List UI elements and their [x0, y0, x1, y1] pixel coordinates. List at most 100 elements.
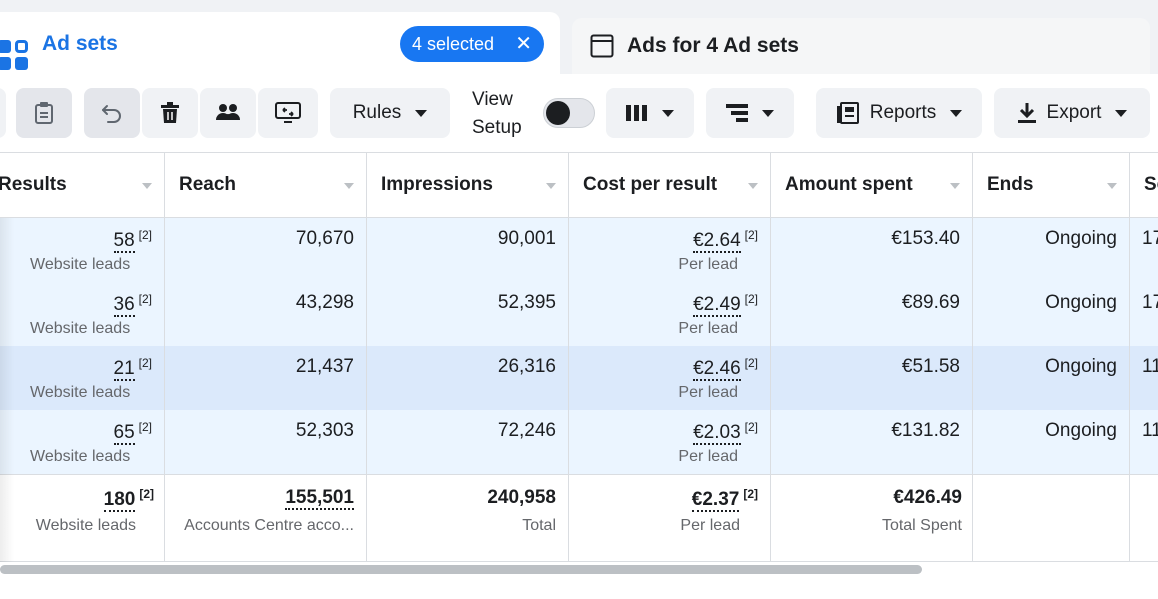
sort-icon[interactable] — [546, 183, 556, 189]
tab-ads[interactable]: Ads for 4 Ad sets — [572, 18, 1150, 74]
schedule-cell: 17 — [1130, 218, 1158, 282]
total-spent-cell: €426.49 Total Spent — [771, 475, 973, 561]
sort-icon[interactable] — [950, 183, 960, 189]
schedule-cell: 17 — [1130, 282, 1158, 346]
total-cpr-value[interactable]: €2.37 — [691, 489, 740, 513]
column-header-impressions[interactable]: Impressions — [367, 153, 569, 217]
toggle-knob — [546, 101, 570, 125]
download-icon — [1017, 103, 1036, 123]
column-header-ends[interactable]: Ends — [973, 153, 1130, 217]
undo-button[interactable] — [84, 88, 140, 138]
column-header-results[interactable]: Results — [0, 153, 165, 217]
delete-button[interactable] — [142, 88, 198, 138]
tab-ad-sets[interactable]: Ad sets 4 selected ✕ — [0, 12, 560, 78]
results-value[interactable]: 36 — [113, 294, 135, 318]
reports-icon — [836, 102, 859, 124]
chevron-down-icon — [762, 109, 774, 117]
scroll-shadow — [0, 218, 14, 562]
column-header-amount-spent[interactable]: Amount spent — [771, 153, 973, 217]
reports-label: Reports — [869, 102, 937, 123]
sort-icon[interactable] — [344, 183, 354, 189]
total-results-cell: 180 [2] Website leads — [0, 475, 165, 561]
breakdown-dropdown[interactable] — [706, 88, 794, 138]
results-cell: 65 [2] Website leads — [0, 410, 165, 474]
reach-cell: 43,298 — [165, 282, 367, 346]
rules-dropdown[interactable]: Rules — [330, 88, 450, 138]
cost-per-result-cell: €2.64 [2] Per lead — [569, 218, 771, 282]
horizontal-scrollbar[interactable] — [0, 565, 922, 574]
reach-cell: 70,670 — [165, 218, 367, 282]
amount-spent-cell: €51.58 — [771, 346, 973, 410]
amount-spent-value: €51.58 — [901, 356, 960, 377]
results-value[interactable]: 58 — [113, 230, 135, 254]
clipboard-button[interactable] — [16, 88, 72, 138]
impressions-value: 72,246 — [497, 420, 556, 441]
reach-value: 52,303 — [295, 420, 354, 441]
view-setup-toggle[interactable] — [543, 98, 595, 128]
cost-per-result-cell: €2.03 [2] Per lead — [569, 410, 771, 474]
total-reach-value[interactable]: 155,501 — [285, 487, 354, 510]
reports-dropdown[interactable]: Reports — [816, 88, 982, 138]
schedule-value: 11 — [1142, 420, 1158, 441]
reach-value: 70,670 — [295, 228, 354, 249]
ab-test-button[interactable] — [258, 88, 318, 138]
chevron-down-icon — [415, 109, 428, 117]
cost-per-result-value[interactable]: €2.49 — [693, 294, 741, 318]
table-row[interactable]: 65 [2] Website leads 52,303 72,246 €2.03 [2] Pe… — [0, 410, 1158, 474]
cost-per-result-value[interactable]: €2.03 — [693, 422, 741, 446]
cost-per-result-value[interactable]: €2.64 — [693, 230, 741, 254]
ad-sets-panel: Rules View Setup Reports Export Results … — [0, 74, 1158, 599]
column-header-reach[interactable]: Reach — [165, 153, 367, 217]
cost-per-result-sub: Per lead — [678, 256, 738, 273]
results-value[interactable]: 21 — [113, 358, 135, 382]
sort-icon[interactable] — [1107, 183, 1117, 189]
export-dropdown[interactable]: Export — [994, 88, 1150, 138]
export-label: Export — [1046, 102, 1102, 123]
results-cell: 36 [2] Website leads — [0, 282, 165, 346]
amount-spent-value: €131.82 — [891, 420, 960, 441]
total-cpr-sub: Per lead — [680, 517, 740, 534]
results-sub: Website leads — [30, 384, 131, 401]
chevron-down-icon — [950, 109, 963, 117]
cost-per-result-sub: Per lead — [678, 384, 738, 401]
ends-value: Ongoing — [1045, 356, 1117, 377]
clear-selection-close-icon[interactable]: ✕ — [515, 34, 532, 54]
table-row[interactable]: 58 [2] Website leads 70,670 90,001 €2.64 [2] Pe… — [0, 218, 1158, 282]
audience-button[interactable] — [200, 88, 256, 138]
columns-dropdown[interactable] — [606, 88, 694, 138]
totals-row: 180 [2] Website leads 155,501 Accounts Ce… — [0, 474, 1158, 562]
results-sub: Website leads — [30, 448, 131, 465]
ends-value: Ongoing — [1045, 228, 1117, 249]
column-header-cost-per-result[interactable]: Cost per result — [569, 153, 771, 217]
cost-per-result-value[interactable]: €2.46 — [693, 358, 741, 382]
results-value[interactable]: 65 — [113, 422, 135, 446]
total-cpr-cell: €2.37 [2] Per lead — [569, 475, 771, 561]
sort-icon[interactable] — [748, 183, 758, 189]
columns-icon — [626, 105, 647, 121]
ends-value: Ongoing — [1045, 292, 1117, 313]
table-row[interactable]: 36 [2] Website leads 43,298 52,395 €2.49 [2] Pe… — [0, 282, 1158, 346]
impressions-value: 90,001 — [497, 228, 556, 249]
ends-cell: Ongoing — [973, 282, 1130, 346]
reach-value: 21,437 — [295, 356, 354, 377]
total-results-value[interactable]: 180 — [103, 489, 136, 513]
total-impressions-sub: Total — [522, 517, 556, 534]
total-ends-cell — [973, 475, 1130, 561]
schedule-value: 11 — [1142, 356, 1158, 377]
reach-value: 43,298 — [295, 292, 354, 313]
total-reach-sub: Accounts Centre acco... — [184, 517, 354, 534]
impressions-cell: 90,001 — [367, 218, 569, 282]
selected-count-pill[interactable]: 4 selected ✕ — [400, 26, 544, 62]
column-header-schedule[interactable]: Sc — [1130, 153, 1158, 217]
view-setup-label: View Setup — [472, 89, 522, 138]
impressions-cell: 72,246 — [367, 410, 569, 474]
toolbar-button-partial[interactable] — [0, 88, 6, 138]
table-row[interactable]: 21 [2] Website leads 21,437 26,316 €2.46 [2] Pe… — [0, 346, 1158, 410]
results-sub: Website leads — [30, 320, 131, 337]
sort-icon[interactable] — [142, 183, 152, 189]
cost-per-result-sub: Per lead — [678, 448, 738, 465]
schedule-value: 17 — [1142, 228, 1158, 249]
impressions-cell: 52,395 — [367, 282, 569, 346]
total-reach-cell: 155,501 Accounts Centre acco... — [165, 475, 367, 561]
ad-sets-icon — [0, 40, 28, 70]
